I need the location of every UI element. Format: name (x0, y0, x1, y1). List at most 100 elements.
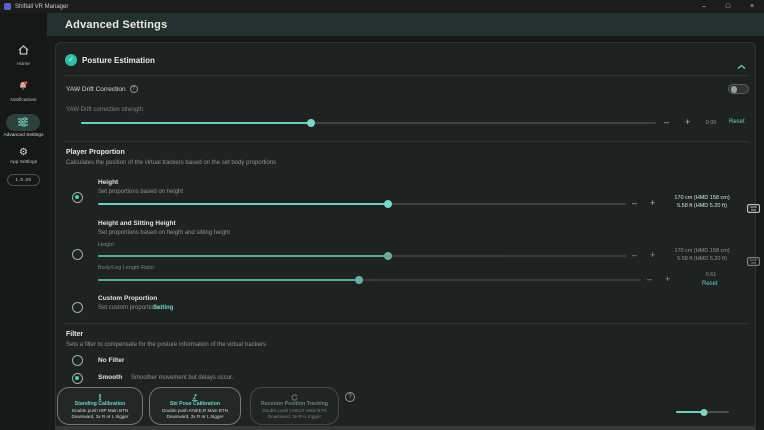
page-header: Advanced Settings (47, 13, 764, 36)
divider (63, 75, 749, 76)
ratio-reset-link[interactable]: Reset (702, 281, 718, 287)
standing-calibration-title: Standing Calibration (75, 401, 126, 408)
smooth-label: Smooth (98, 374, 122, 381)
radio-no-filter[interactable] (72, 355, 83, 366)
height-value-ft: 5.58 ft (HMD 5.20 ft) (658, 202, 746, 210)
yaw-help-icon[interactable]: ? (130, 85, 138, 93)
sitting-height-slider[interactable] (98, 252, 626, 260)
height-desc: Set proportions based on height (98, 189, 183, 195)
standing-calibration-card[interactable]: Standing Calibration Double push HIP Mai… (57, 387, 143, 425)
yaw-value: 0.00 (697, 119, 725, 127)
sitting-height-sublabel: Height (98, 242, 114, 248)
keyboard-input-icon[interactable] (747, 253, 760, 271)
body-leg-ratio-label: Body/Leg Length Ratio (98, 265, 154, 271)
radio-custom-proportion[interactable] (72, 302, 83, 313)
title-bar: Shiftall VR Manager – □ × (0, 0, 764, 13)
recenter-position-tracking-title: Recenter Position Tracking (261, 401, 328, 408)
ratio-minus-button[interactable]: – (647, 275, 652, 284)
calibration-help-icon[interactable]: ? (345, 392, 355, 402)
home-icon (18, 42, 29, 60)
maximize-button[interactable]: □ (716, 0, 740, 13)
ski-pose-calibration-card[interactable]: Ski Pose Calibration Double push KNEE,R … (149, 387, 241, 425)
sidebar-item-notifications[interactable]: Notifications (10, 78, 36, 104)
filter-title: Filter (66, 331, 83, 338)
tune-sliders-icon (17, 114, 29, 132)
app-window: Shiftall VR Manager – □ × Home Notificat… (0, 0, 764, 430)
app-logo-icon (4, 3, 11, 10)
sidebar-item-app-settings[interactable]: ⚙ App Settings (10, 148, 37, 166)
sidebar-label-home: Home (17, 62, 30, 68)
slider-handle[interactable] (384, 252, 392, 260)
slider-handle[interactable] (700, 409, 707, 416)
sitting-height-value: 170 cm (HMD 158 cm) 5.58 ft (HMD 5.20 ft… (658, 247, 746, 263)
recenter-position-tracking-line2: Downward, 3x R+L trigger (268, 414, 321, 420)
version-badge: 1.0.30 (7, 174, 40, 186)
sitting-height-plus-button[interactable]: + (650, 251, 655, 260)
sidebar-label-app-settings: App Settings (10, 160, 37, 166)
bell-icon (18, 78, 28, 96)
custom-proportion-label: Custom Proportion (98, 295, 157, 302)
height-sitting-label: Height and Sitting Height (98, 220, 176, 227)
section-title: Posture Estimation (82, 56, 155, 65)
height-slider[interactable] (98, 200, 626, 208)
height-minus-button[interactable]: – (632, 199, 637, 208)
body-leg-ratio-slider[interactable] (98, 276, 641, 284)
ratio-value: 0.61 (681, 271, 741, 279)
ski-pose-icon (191, 394, 199, 401)
sidebar-item-advanced-settings[interactable]: Advanced Settings (3, 114, 43, 139)
yaw-reset-link[interactable]: Reset (729, 119, 745, 125)
recenter-position-tracking-card[interactable]: Recenter Position Tracking Double push C… (250, 387, 339, 425)
filter-subtitle: Sets a filter to compensate for the post… (66, 342, 266, 348)
yaw-drift-row: YAW Drift Correction ? (66, 85, 138, 93)
sidebar-label-advanced-settings: Advanced Settings (3, 133, 43, 139)
height-sitting-desc: Set proportions based on height and sitt… (98, 230, 230, 236)
active-nav-pill (6, 114, 40, 131)
slider-handle[interactable] (384, 200, 392, 208)
player-proportion-title: Player Proportion (66, 149, 125, 156)
sitting-height-value-ft: 5.58 ft (HMD 5.20 ft) (658, 255, 746, 263)
standing-person-icon (97, 394, 103, 401)
ski-pose-calibration-title: Ski Pose Calibration (170, 401, 220, 408)
height-value: 170 cm (HMD 158 cm) 5.58 ft (HMD 5.20 ft… (658, 194, 746, 210)
smooth-strength-mini-slider[interactable] (676, 408, 729, 416)
yaw-minus-button[interactable]: – (664, 118, 669, 127)
minimize-button[interactable]: – (692, 0, 716, 13)
slider-handle[interactable] (307, 119, 315, 127)
radio-smooth[interactable] (72, 373, 83, 384)
yaw-strength-label: YAW Drift correction strength (66, 107, 143, 113)
posture-estimation-panel: ✓ Posture Estimation YAW Drift Correctio… (55, 42, 756, 430)
yaw-drift-label: YAW Drift Correction (66, 86, 126, 93)
recenter-refresh-icon (291, 394, 298, 401)
divider (63, 141, 749, 142)
keyboard-input-icon[interactable] (747, 200, 760, 218)
standing-calibration-line2: Downward, 3x R or L trigger (71, 414, 128, 420)
section-enabled-check-icon: ✓ (65, 54, 77, 66)
next-section-peek (55, 426, 756, 430)
yaw-plus-button[interactable]: + (685, 118, 690, 127)
custom-proportion-setting-link[interactable]: Setting (153, 305, 173, 311)
height-label: Height (98, 179, 118, 186)
yaw-strength-slider[interactable] (81, 119, 656, 127)
divider (63, 323, 749, 324)
custom-proportion-desc: Set custom proportions. (98, 305, 161, 311)
ratio-plus-button[interactable]: + (665, 275, 670, 284)
smooth-desc: Smoother movement but delays occur. (131, 375, 233, 381)
sidebar-item-home[interactable]: Home (17, 42, 30, 68)
close-button[interactable]: × (740, 0, 764, 13)
radio-height-sitting[interactable] (72, 249, 83, 260)
player-proportion-subtitle: Calculates the position of the virtual t… (66, 160, 276, 166)
no-filter-label: No Filter (98, 357, 124, 364)
height-plus-button[interactable]: + (650, 199, 655, 208)
sidebar-label-notifications: Notifications (10, 98, 36, 104)
radio-height[interactable] (72, 192, 83, 203)
page-title: Advanced Settings (65, 19, 167, 31)
gear-icon: ⚙ (19, 148, 28, 158)
collapse-chevron-up-icon[interactable] (737, 57, 746, 75)
slider-handle[interactable] (355, 276, 363, 284)
yaw-drift-toggle[interactable] (728, 84, 749, 94)
window-title: Shiftall VR Manager (15, 4, 68, 10)
sitting-height-minus-button[interactable]: – (632, 251, 637, 260)
height-value-cm: 170 cm (HMD 158 cm) (658, 194, 746, 202)
ski-pose-calibration-line2: Downward, 3x R or L trigger (166, 414, 223, 420)
sidebar: Home Notifications Advanced Settings ⚙ A… (0, 13, 47, 430)
